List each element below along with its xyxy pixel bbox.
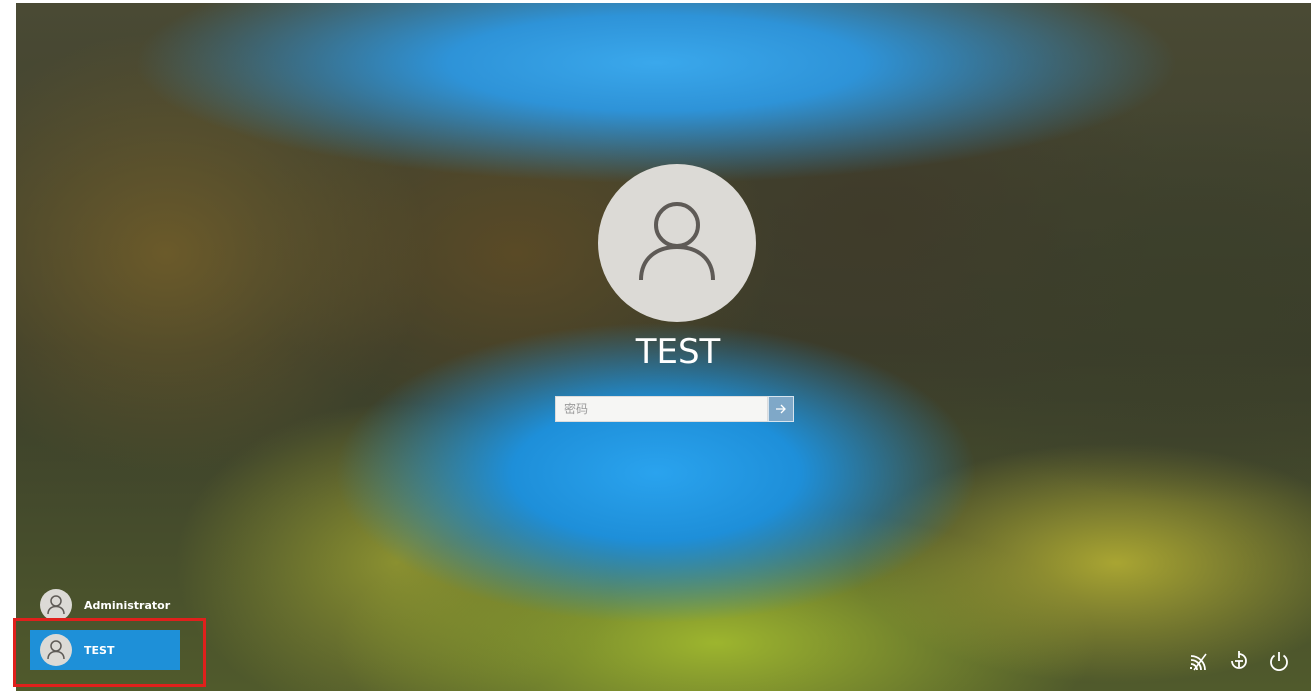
network-icon — [1190, 653, 1207, 671]
arrow-right-icon — [776, 404, 786, 414]
network-button[interactable] — [1187, 649, 1211, 673]
avatar — [40, 589, 72, 621]
lock-screen: TEST Administrator TEST — [0, 0, 1311, 691]
user-icon — [47, 595, 65, 615]
power-button[interactable] — [1267, 649, 1291, 673]
current-user-name: TEST — [635, 332, 721, 372]
password-input[interactable] — [555, 396, 768, 422]
user-item-label: Administrator — [84, 598, 171, 612]
selection-highlight-box — [13, 618, 206, 687]
power-icon — [1270, 652, 1288, 672]
ease-of-access-icon — [1231, 651, 1247, 669]
current-user-avatar — [598, 164, 756, 322]
system-tray — [1187, 649, 1291, 673]
password-box — [555, 396, 794, 422]
submit-button[interactable] — [768, 396, 794, 422]
sign-in-panel: TEST — [0, 0, 1311, 691]
user-icon — [639, 202, 715, 281]
ease-of-access-button[interactable] — [1227, 649, 1251, 673]
